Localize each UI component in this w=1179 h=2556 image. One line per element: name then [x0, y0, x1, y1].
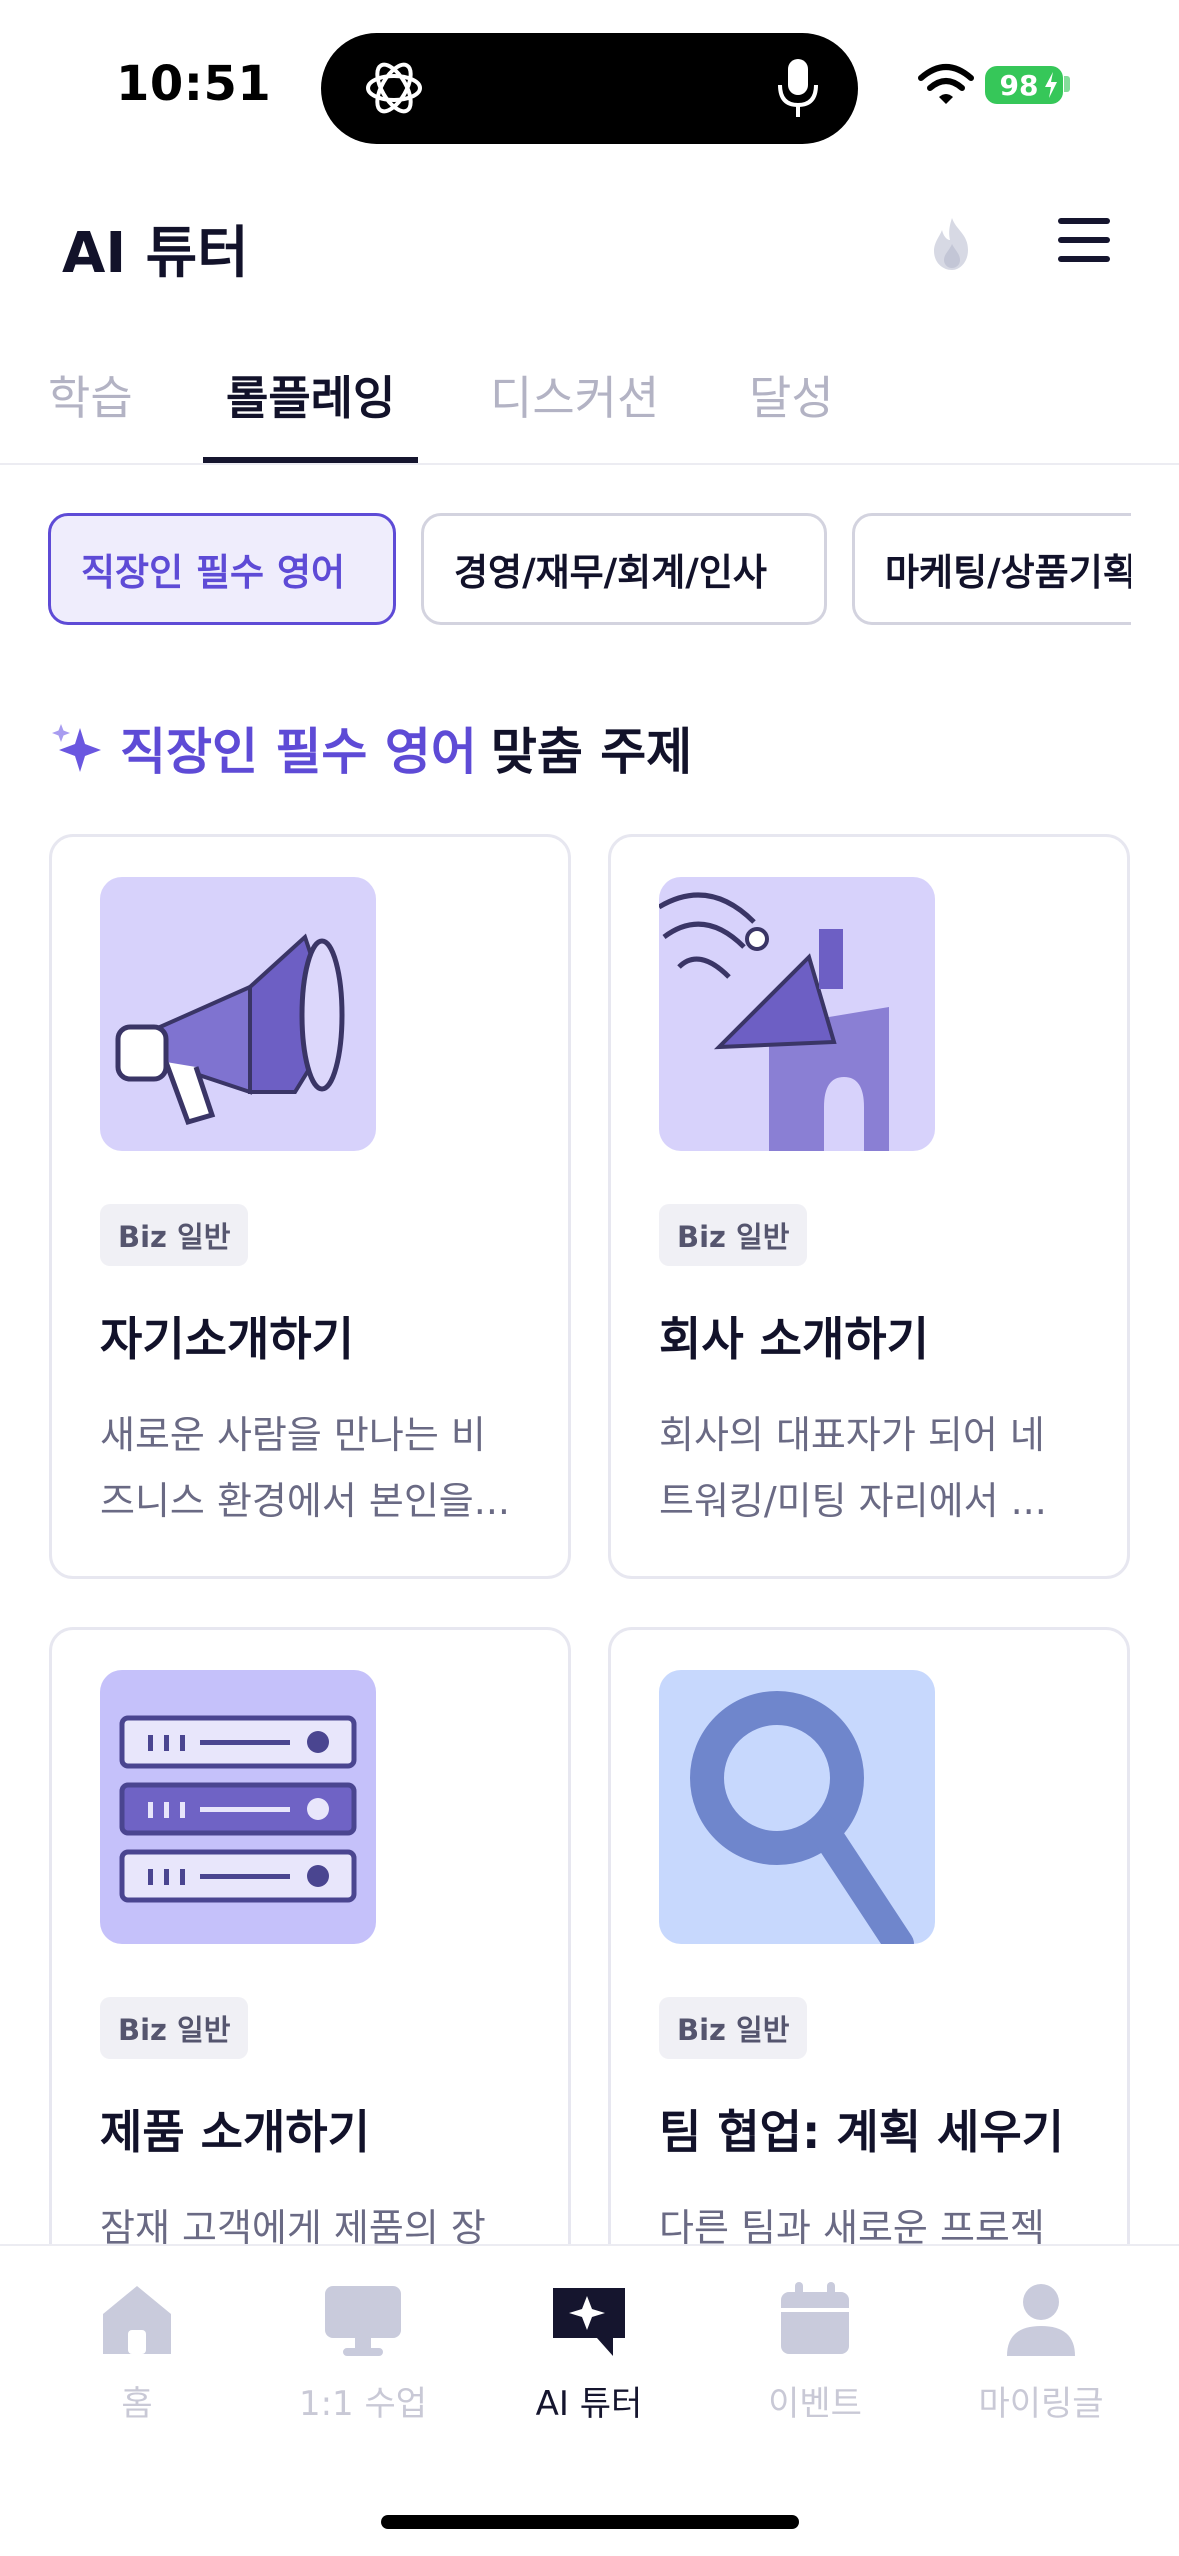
tab-learning[interactable]: 학습: [48, 362, 133, 428]
topic-title: 팀 협업: 계획 세우기: [659, 2105, 1064, 2159]
nav-my-ringle-label: 마이링글: [978, 2384, 1104, 2424]
tab-achievement[interactable]: 달성: [749, 362, 834, 428]
bottom-navigation: 홈 1:1 수업 AI 튜터 이벤트 마이링글: [0, 2244, 1179, 2556]
nav-one-on-one-label: 1:1 수업: [298, 2384, 428, 2424]
topic-badge: Biz 일반: [100, 1997, 249, 2059]
home-icon: [103, 2286, 171, 2354]
nav-home[interactable]: 홈: [37, 2246, 237, 2446]
nav-events-label: 이벤트: [768, 2384, 862, 2424]
home-indicator[interactable]: [381, 2515, 799, 2529]
battery-tip: [1064, 76, 1070, 92]
topic-card-self-intro[interactable]: Biz 일반 자기소개하기 새로운 사람을 만나는 비 즈니스 환경에서 본인을…: [49, 834, 571, 1579]
status-bar: 10:51 98: [0, 0, 1179, 170]
person-icon: [1007, 2284, 1075, 2356]
topic-card-product-intro[interactable]: Biz 일반 제품 소개하기 잠재 고객에게 제품의 장: [49, 1627, 571, 2327]
nav-one-on-one[interactable]: 1:1 수업: [263, 2246, 463, 2446]
server-illustration: [100, 1670, 376, 1944]
tab-bar: 학습 롤플레잉 디스커션 달성: [0, 340, 1179, 465]
battery-level: 98: [999, 68, 1039, 102]
tab-roleplay[interactable]: 롤플레잉: [226, 362, 395, 428]
dynamic-island[interactable]: [321, 33, 858, 144]
calendar-icon: [781, 2282, 849, 2354]
monitor-icon: [325, 2286, 401, 2356]
battery-indicator: 98: [985, 66, 1063, 104]
topic-description-line: 즈니스 환경에서 본인을...: [100, 1479, 510, 1523]
category-chips: 직장인 필수 영어 경영/재무/회계/인사 마케팅/상품기획: [48, 513, 1131, 625]
topic-description-line: 새로운 사람을 만나는 비: [100, 1413, 486, 1457]
topic-title: 제품 소개하기: [100, 2105, 370, 2159]
topic-description: 새로운 사람을 만나는 비 즈니스 환경에서 본인을...: [100, 1402, 540, 1534]
menu-bar-bottom: [1058, 256, 1110, 262]
chatgpt-logo-icon: [366, 62, 422, 114]
tab-discussion[interactable]: 디스커션: [490, 362, 659, 428]
microphone-icon: [778, 59, 818, 117]
sparkle-icon: [52, 724, 101, 772]
menu-bar-middle: [1058, 237, 1110, 243]
charging-bolt-icon: [1045, 72, 1057, 98]
menu-button[interactable]: [1058, 218, 1110, 270]
megaphone-illustration: [100, 877, 376, 1151]
section-heading-accent: 직장인 필수 영어: [120, 723, 477, 781]
topic-badge: Biz 일반: [659, 1204, 808, 1266]
section-heading: 직장인 필수 영어 맞춤 주제: [50, 712, 692, 784]
section-heading-rest: 맞춤 주제: [490, 723, 693, 781]
menu-bar-top: [1058, 218, 1110, 224]
wifi-icon: [918, 64, 974, 104]
topic-badge: Biz 일반: [659, 1997, 808, 2059]
chip-marketing[interactable]: 마케팅/상품기획: [852, 513, 1131, 625]
chip-management-finance[interactable]: 경영/재무/회계/인사: [421, 513, 827, 625]
building-illustration: [659, 877, 935, 1151]
status-time: 10:51: [116, 56, 272, 112]
active-tab-indicator: [203, 457, 418, 463]
topic-description-line: 회사의 대표자가 되어 네: [659, 1413, 1045, 1457]
topic-card-team-planning[interactable]: Biz 일반 팀 협업: 계획 세우기 다른 팀과 새로운 프로젝: [608, 1627, 1130, 2327]
chip-office-english[interactable]: 직장인 필수 영어: [48, 513, 396, 625]
topic-title: 회사 소개하기: [659, 1312, 929, 1366]
flame-icon[interactable]: [922, 214, 982, 274]
magnifier-illustration: [659, 1670, 935, 1944]
nav-home-label: 홈: [121, 2384, 153, 2424]
page-title: AI 튜터: [62, 221, 249, 286]
topic-description-line: 트워킹/미팅 자리에서 ...: [659, 1479, 1047, 1523]
ai-chat-icon: [553, 2288, 625, 2356]
nav-my-ringle[interactable]: 마이링글: [941, 2246, 1141, 2446]
nav-events[interactable]: 이벤트: [715, 2246, 915, 2446]
topic-card-company-intro[interactable]: Biz 일반 회사 소개하기 회사의 대표자가 되어 네 트워킹/미팅 자리에서…: [608, 834, 1130, 1579]
nav-ai-tutor-label: AI 튜터: [535, 2384, 643, 2424]
topic-badge: Biz 일반: [100, 1204, 249, 1266]
topic-description: 회사의 대표자가 되어 네 트워킹/미팅 자리에서 ...: [659, 1402, 1099, 1534]
nav-ai-tutor[interactable]: AI 튜터: [489, 2246, 689, 2446]
topic-title: 자기소개하기: [100, 1312, 354, 1366]
